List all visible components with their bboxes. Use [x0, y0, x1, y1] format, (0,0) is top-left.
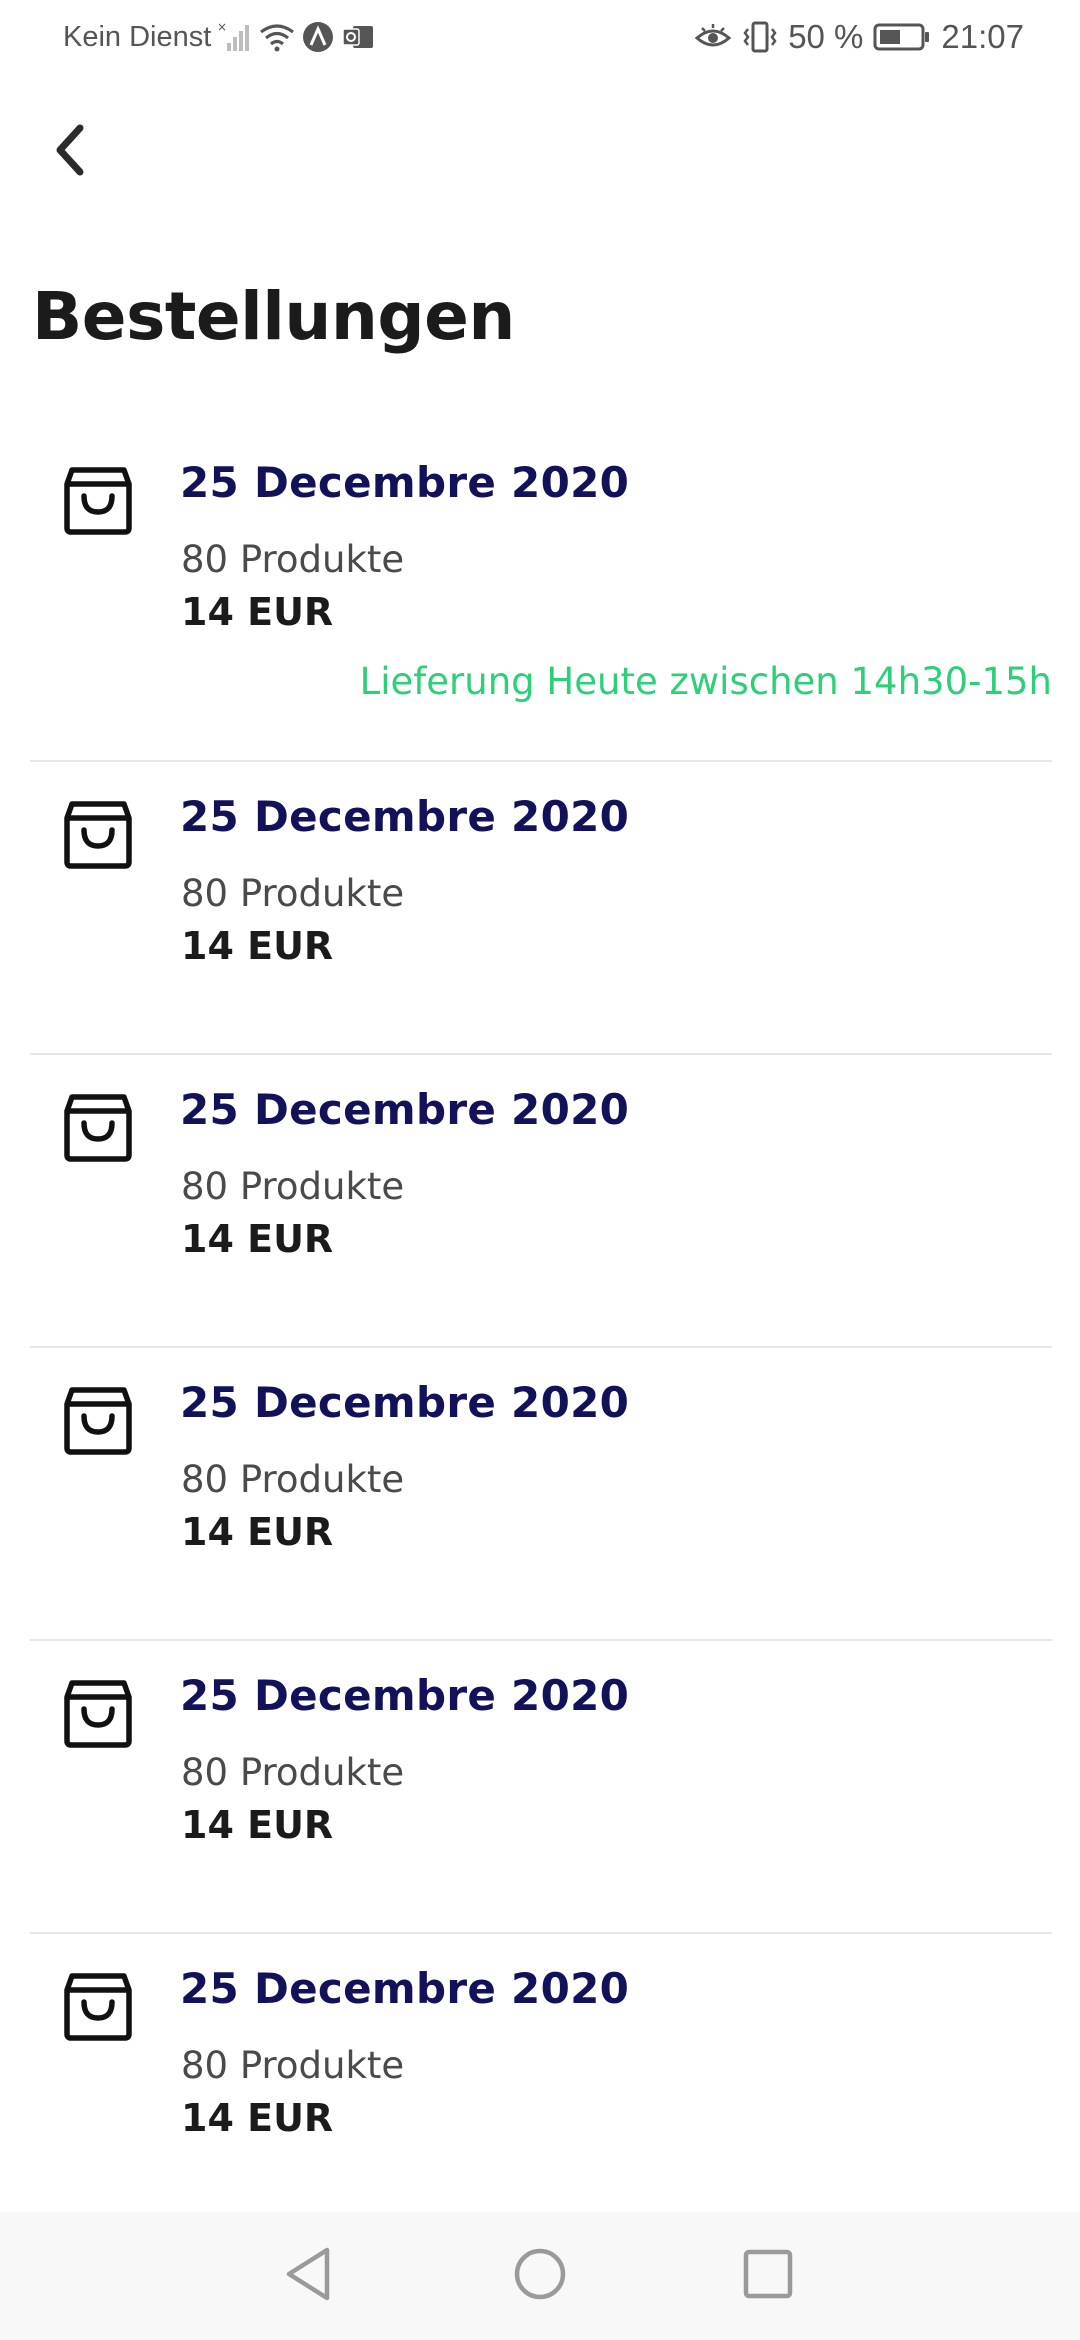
- shopping-bag-icon: [64, 1387, 132, 1455]
- nav-home-button[interactable]: [508, 2242, 572, 2306]
- order-date: 25 Decembre 2020: [180, 458, 630, 507]
- order-product-count: 80 Produkte: [181, 1458, 405, 1501]
- eye-comfort-icon: [694, 22, 732, 52]
- nav-recents-button[interactable]: [736, 2242, 800, 2306]
- shopping-bag-icon: [64, 1094, 132, 1162]
- orders-screen: Kein Dienst × 50 % 21:07 Bestellungen 25…: [0, 0, 1080, 2340]
- order-list: 25 Decembre 2020 80 Produkte 14 EUR Lief…: [30, 428, 1052, 2225]
- order-product-count: 80 Produkte: [181, 1165, 405, 1208]
- order-list-item[interactable]: 25 Decembre 2020 80 Produkte 14 EUR: [30, 1641, 1052, 1934]
- order-price: 14 EUR: [181, 924, 334, 968]
- order-list-item[interactable]: 25 Decembre 2020 80 Produkte 14 EUR: [30, 1055, 1052, 1348]
- order-price: 14 EUR: [181, 590, 334, 634]
- order-date: 25 Decembre 2020: [180, 1378, 630, 1427]
- order-list-item[interactable]: 25 Decembre 2020 80 Produkte 14 EUR: [30, 762, 1052, 1055]
- status-bar: Kein Dienst × 50 % 21:07: [0, 0, 1080, 76]
- shopping-bag-icon: [64, 1680, 132, 1748]
- order-price: 14 EUR: [181, 1510, 334, 1554]
- order-product-count: 80 Produkte: [181, 1751, 405, 1794]
- order-price: 14 EUR: [181, 1217, 334, 1261]
- svg-text:×: ×: [217, 21, 227, 34]
- page-title: Bestellungen: [32, 278, 515, 355]
- carrier-label: Kein Dienst: [63, 20, 212, 53]
- order-date: 25 Decembre 2020: [180, 792, 630, 841]
- order-product-count: 80 Produkte: [181, 872, 405, 915]
- nav-recents-icon: [743, 2249, 793, 2299]
- outlook-icon: [341, 22, 375, 52]
- nav-back-button[interactable]: [276, 2242, 340, 2306]
- order-list-item[interactable]: 25 Decembre 2020 80 Produkte 14 EUR Lief…: [30, 428, 1052, 762]
- order-price: 14 EUR: [181, 2096, 334, 2140]
- clock: 21:07: [941, 18, 1024, 55]
- app-notification-icon: [301, 20, 335, 54]
- system-nav-bar: [0, 2212, 1080, 2340]
- vibrate-icon: [742, 20, 778, 54]
- order-product-count: 80 Produkte: [181, 2044, 405, 2087]
- shopping-bag-icon: [64, 1973, 132, 2041]
- nav-home-icon: [514, 2248, 566, 2300]
- order-price: 14 EUR: [181, 1803, 334, 1847]
- order-list-item[interactable]: 25 Decembre 2020 80 Produkte 14 EUR: [30, 1348, 1052, 1641]
- no-signal-icon: ×: [217, 21, 253, 53]
- order-delivery-status: Lieferung Heute zwischen 14h30-15h: [359, 660, 1052, 703]
- chevron-left-icon: [56, 124, 84, 176]
- battery-icon: [873, 22, 931, 52]
- status-bar-left: Kein Dienst ×: [63, 20, 375, 54]
- shopping-bag-icon: [64, 801, 132, 869]
- order-date: 25 Decembre 2020: [180, 1671, 630, 1720]
- nav-back-icon: [286, 2247, 330, 2301]
- order-date: 25 Decembre 2020: [180, 1964, 630, 2013]
- battery-percent: 50 %: [788, 18, 864, 55]
- shopping-bag-icon: [64, 467, 132, 535]
- status-bar-right: 50 % 21:07: [694, 18, 1024, 56]
- order-list-item[interactable]: 25 Decembre 2020 80 Produkte 14 EUR: [30, 1934, 1052, 2225]
- order-product-count: 80 Produkte: [181, 538, 405, 581]
- order-date: 25 Decembre 2020: [180, 1085, 630, 1134]
- back-button[interactable]: [40, 112, 100, 188]
- wifi-icon: [259, 22, 295, 52]
